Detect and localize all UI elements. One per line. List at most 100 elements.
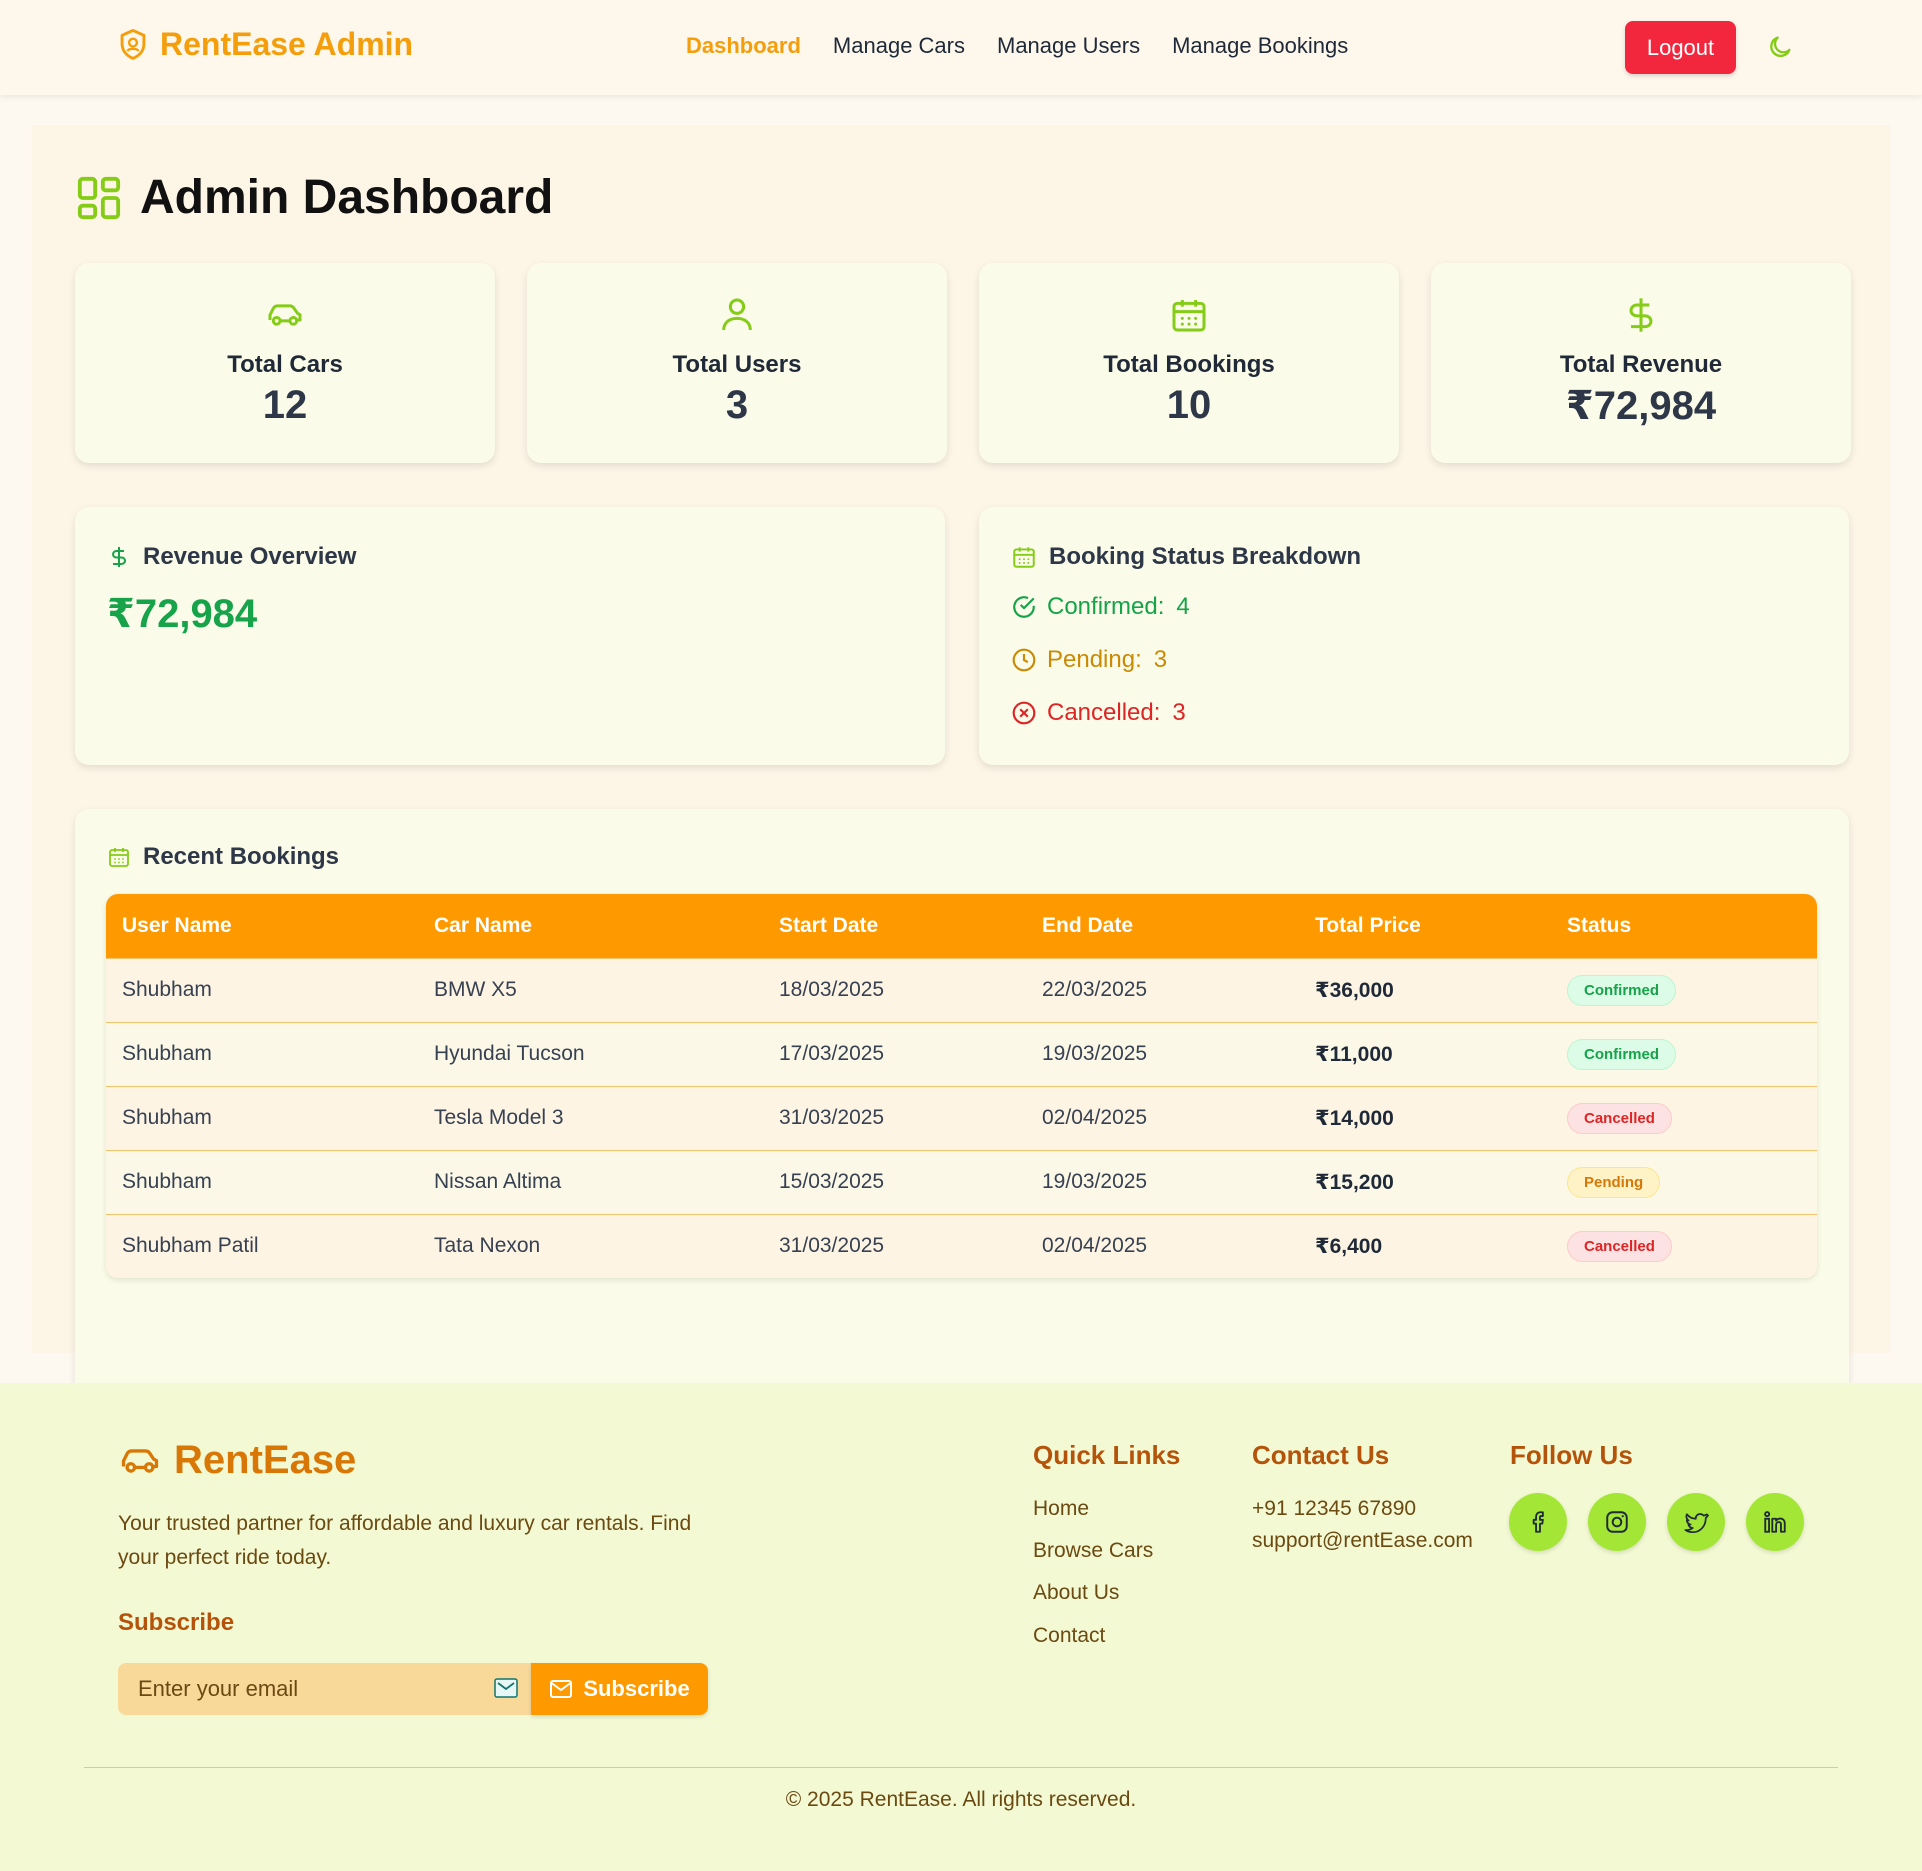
cell-end-date: 19/03/2025	[1042, 1042, 1148, 1065]
subscribe-title: Subscribe	[118, 1609, 235, 1636]
footer-link-home[interactable]: Home	[1033, 1497, 1089, 1521]
cell-start-date: 31/03/2025	[779, 1234, 885, 1258]
dashboard-grid-icon	[77, 176, 121, 219]
column-header: Status	[1567, 913, 1632, 937]
brand-title: RentEase Admin	[160, 26, 414, 62]
stat-value: ₹72,984	[1565, 384, 1717, 428]
status-label: Confirmed:	[1047, 593, 1165, 620]
bookings-table: User Name Car Name Start Date End Date T…	[106, 894, 1817, 1278]
cell-user: Shubham	[122, 1106, 212, 1129]
revenue-overview-header: Revenue Overview	[107, 543, 356, 571]
revenue-overview-card: Revenue Overview ₹72,984	[75, 507, 945, 765]
cell-start-date: 15/03/2025	[779, 1170, 885, 1193]
footer-brand: RentEase	[118, 1438, 356, 1483]
column-header: User Name	[122, 913, 232, 937]
cell-price: ₹36,000	[1315, 978, 1394, 1002]
recent-bookings-title: Recent Bookings	[143, 843, 340, 870]
logout-button[interactable]: Logout	[1625, 21, 1736, 74]
table-row: Shubham Nissan Altima 15/03/2025 19/03/2…	[106, 1150, 1817, 1214]
copyright: © 2025 RentEase. All rights reserved.	[785, 1788, 1137, 1811]
cell-start-date: 17/03/2025	[779, 1042, 885, 1065]
facebook-button[interactable]	[1509, 1493, 1567, 1551]
car-icon	[268, 304, 302, 326]
status-badge: Confirmed	[1567, 1038, 1676, 1070]
stat-label: Total Bookings	[1103, 351, 1275, 378]
revenue-overview-value: ₹72,984	[107, 592, 258, 636]
column-header: End Date	[1042, 913, 1134, 937]
cell-price: ₹15,200	[1315, 1170, 1394, 1194]
table-row: Shubham Hyundai Tucson 17/03/2025 19/03/…	[106, 1022, 1817, 1086]
instagram-icon	[1606, 1511, 1628, 1533]
linkedin-button[interactable]	[1746, 1493, 1804, 1551]
status-confirmed: Confirmed: 4	[1011, 593, 1190, 621]
twitter-icon	[1684, 1513, 1709, 1534]
revenue-overview-title: Revenue Overview	[143, 543, 357, 570]
status-value: 4	[1176, 593, 1190, 620]
recent-bookings-header: Recent Bookings	[107, 843, 339, 871]
clock-icon	[1012, 648, 1036, 672]
footer-link-contact[interactable]: Contact	[1033, 1624, 1105, 1648]
footer-link-browse-cars[interactable]: Browse Cars	[1033, 1539, 1153, 1563]
booking-status-title: Booking Status Breakdown	[1049, 543, 1362, 570]
status-pending: Pending: 3	[1011, 646, 1167, 674]
calendar-icon	[1013, 547, 1035, 568]
table-row: Shubham Tesla Model 3 31/03/2025 02/04/2…	[106, 1086, 1817, 1150]
recent-bookings-card: Recent Bookings User Name Car Name Start…	[75, 809, 1849, 1436]
status-cancelled: Cancelled: 3	[1011, 699, 1186, 727]
twitter-button[interactable]	[1667, 1493, 1725, 1551]
check-circle-icon	[1013, 596, 1035, 618]
cell-price: ₹11,000	[1315, 1042, 1393, 1066]
stat-value: 10	[1166, 383, 1212, 427]
contact-phone: +91 12345 67890	[1252, 1497, 1417, 1520]
navbar: RentEase Admin Dashboard Manage Cars Man…	[0, 0, 1922, 95]
car-icon	[121, 1448, 159, 1473]
brand[interactable]: RentEase Admin	[118, 26, 413, 63]
nav-manage-cars[interactable]: Manage Cars	[833, 33, 965, 59]
table-row: Shubham Patil Tata Nexon 31/03/2025 02/0…	[106, 1214, 1817, 1278]
dollar-icon	[1629, 298, 1653, 332]
cell-start-date: 18/03/2025	[779, 978, 885, 1001]
email-field[interactable]	[118, 1663, 532, 1715]
cell-user: Shubham	[122, 1170, 212, 1193]
cell-price: ₹14,000	[1315, 1106, 1394, 1130]
status-label: Cancelled:	[1047, 699, 1161, 726]
cell-status: Cancelled	[1551, 1086, 1817, 1150]
nav-manage-bookings[interactable]: Manage Bookings	[1172, 33, 1348, 59]
stat-label: Total Revenue	[1559, 351, 1723, 378]
page-title-row: Admin Dashboard	[76, 170, 553, 225]
column-header: Total Price	[1315, 913, 1421, 937]
user-icon	[722, 298, 752, 331]
stat-card-cars: Total Cars 12	[75, 263, 495, 463]
quick-links-title: Quick Links	[1033, 1440, 1181, 1470]
status-value: 3	[1172, 699, 1186, 726]
calendar-icon	[109, 848, 129, 867]
cell-status: Confirmed	[1551, 958, 1817, 1022]
follow-title: Follow Us	[1510, 1440, 1633, 1470]
moon-icon[interactable]	[1766, 33, 1794, 61]
footer-link-about-us[interactable]: About Us	[1033, 1581, 1119, 1605]
stat-value: 12	[262, 383, 308, 427]
cell-user: Shubham Patil	[122, 1234, 259, 1258]
stat-card-revenue: Total Revenue ₹72,984	[1431, 263, 1851, 463]
cell-car: BMW X5	[434, 978, 517, 1001]
linkedin-icon	[1764, 1511, 1786, 1533]
footer-divider	[84, 1767, 1838, 1768]
main-content: Admin Dashboard Total Cars 12 Total User…	[32, 125, 1890, 1436]
page-title: Admin Dashboard	[140, 171, 554, 224]
cell-car: Hyundai Tucson	[434, 1042, 585, 1065]
subscribe-button[interactable]: Subscribe	[531, 1663, 708, 1715]
instagram-button[interactable]	[1588, 1493, 1646, 1551]
email-autofill-icon	[494, 1678, 518, 1698]
cell-end-date: 19/03/2025	[1042, 1170, 1148, 1193]
nav-dashboard[interactable]: Dashboard	[686, 33, 801, 59]
cell-status: Pending	[1551, 1150, 1817, 1214]
stat-card-users: Total Users 3	[527, 263, 947, 463]
column-header: Car Name	[434, 913, 533, 937]
status-badge: Cancelled	[1567, 1230, 1672, 1262]
cell-car: Nissan Altima	[434, 1170, 562, 1193]
dollar-icon	[111, 547, 127, 567]
cell-car: Tata Nexon	[434, 1234, 541, 1258]
nav-manage-users[interactable]: Manage Users	[997, 33, 1140, 59]
cell-user: Shubham	[122, 978, 212, 1001]
stat-value: 3	[725, 383, 749, 427]
